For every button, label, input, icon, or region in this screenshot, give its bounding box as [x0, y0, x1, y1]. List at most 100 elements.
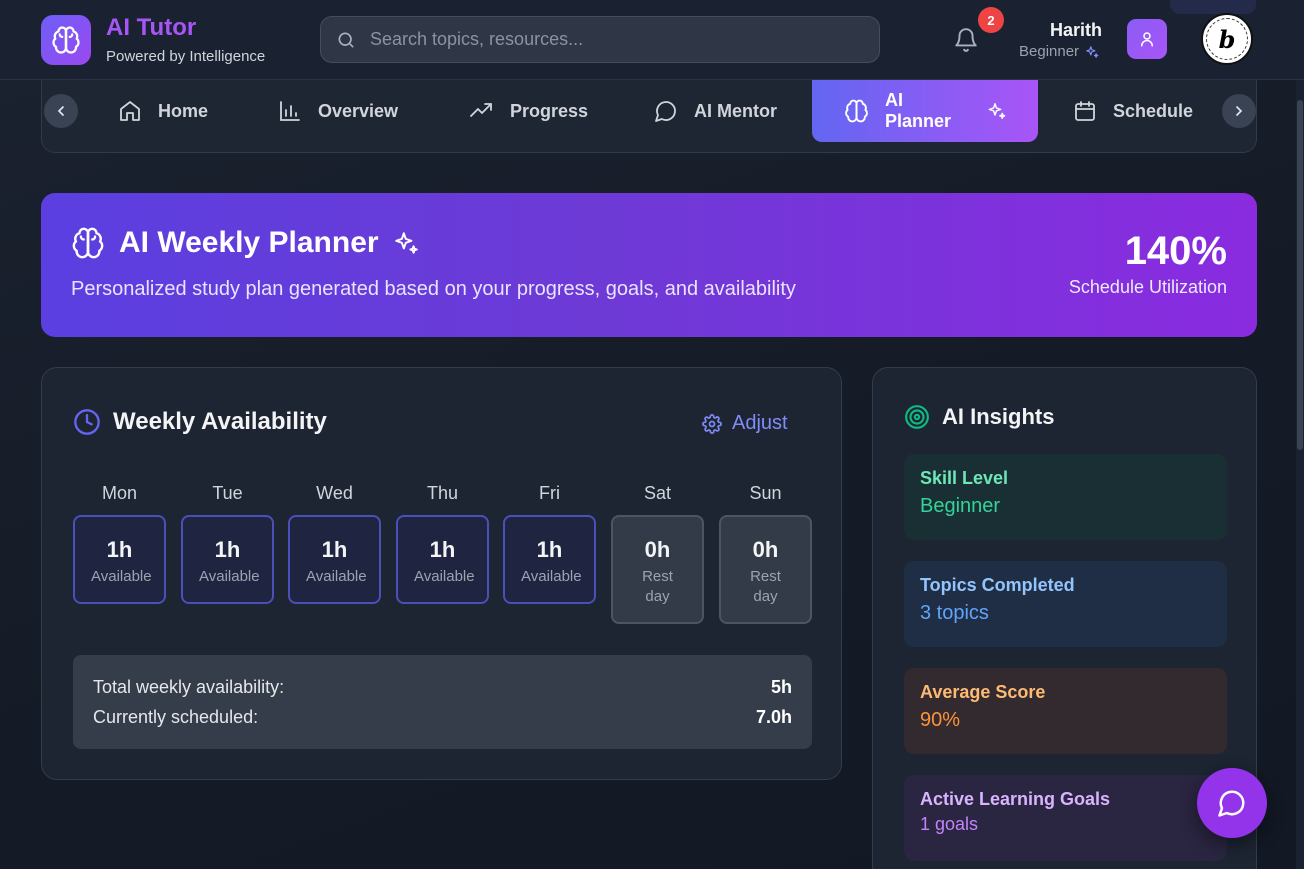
scheduled-value: 7.0h	[755, 707, 792, 727]
day-label-sat: Sat	[643, 483, 672, 503]
total-availability-label: Total weekly availability:	[93, 677, 285, 697]
skill-level-label: Skill Level	[920, 468, 1009, 488]
average-score-tile: Average Score 90%	[904, 668, 1227, 754]
chat-fab-button[interactable]	[1197, 768, 1267, 838]
user-level: Beginner	[1019, 43, 1099, 60]
banner-subtitle: Personalized study plan generated based …	[71, 278, 796, 300]
active-goals-value: 1 goals	[920, 814, 979, 834]
day-box-thu[interactable]: 1h Available	[396, 515, 489, 604]
sparkles-icon	[394, 232, 418, 254]
tab-home[interactable]: Home	[118, 80, 208, 142]
chevron-left-icon	[57, 106, 64, 116]
day-hours: 1h	[429, 537, 456, 562]
active-goals-label: Active Learning Goals	[920, 789, 1111, 809]
app-title: AI Tutor	[106, 14, 197, 41]
app-subtitle: Powered by Intelligence	[106, 48, 266, 65]
day-hours: 1h	[214, 537, 241, 562]
day-hours: 1h	[106, 537, 133, 562]
nav-scroll-left-button[interactable]	[44, 94, 78, 128]
day-box-tue[interactable]: 1h Available	[181, 515, 274, 604]
notification-count-badge: 2	[978, 7, 1004, 33]
banner-title: AI Weekly Planner	[71, 226, 419, 260]
clock-icon	[74, 409, 100, 435]
calendar-icon	[1075, 101, 1095, 121]
target-icon	[905, 405, 929, 429]
topics-completed-label: Topics Completed	[920, 575, 1075, 595]
bar-chart-icon	[280, 101, 300, 121]
day-hours: 0h	[752, 537, 779, 562]
day-hours: 0h	[644, 537, 671, 562]
top-header: AI Tutor Powered by Intelligence 2 Harit…	[0, 0, 1304, 80]
message-circle-icon	[655, 101, 676, 122]
ai-insights-title: AI Insights	[942, 404, 1055, 429]
main-nav: Home Overview Progress AI Mentor AI Plan…	[41, 80, 1257, 153]
nav-scroll-right-button[interactable]	[1222, 94, 1256, 128]
search-bar[interactable]	[320, 16, 880, 63]
tab-progress-label: Progress	[510, 100, 589, 121]
day-label-thu: Thu	[426, 483, 459, 503]
weekly-availability-card: Weekly Availability Adjust Mon Tue Wed T…	[41, 367, 842, 780]
tab-schedule[interactable]: Schedule	[1073, 80, 1193, 142]
day-status: Available	[414, 568, 475, 585]
average-score-value: 90%	[920, 709, 961, 731]
topics-completed-tile: Topics Completed 3 topics	[904, 561, 1227, 647]
user-level-text: Beginner	[1019, 43, 1080, 60]
topics-completed-value: 3 topics	[920, 602, 989, 624]
day-status: Rest day	[642, 568, 673, 605]
tab-ai-mentor[interactable]: AI Mentor	[654, 80, 777, 142]
day-label-fri: Fri	[539, 483, 560, 503]
day-status: Available	[306, 568, 367, 585]
sparkles-icon	[1086, 45, 1099, 58]
day-box-mon[interactable]: 1h Available	[73, 515, 166, 604]
search-input[interactable]	[370, 29, 850, 50]
day-hours: 1h	[321, 537, 348, 562]
user-avatar-button[interactable]	[1127, 19, 1167, 59]
app-logo[interactable]	[41, 15, 91, 65]
day-status: Available	[91, 568, 152, 585]
adjust-label: Adjust	[732, 412, 788, 434]
day-status: Available	[521, 568, 582, 585]
availability-summary: Total weekly availability: 5h Currently …	[73, 655, 812, 749]
day-status: Available	[199, 568, 260, 585]
tab-overview-label: Overview	[318, 100, 399, 121]
day-label-wed: Wed	[316, 483, 353, 503]
bolt-badge-ring	[1206, 18, 1248, 60]
gear-icon	[702, 413, 722, 434]
scheduled-row: Currently scheduled: 7.0h	[93, 707, 792, 728]
tab-home-label: Home	[158, 100, 209, 121]
day-box-sat[interactable]: 0h Rest day	[611, 515, 704, 624]
weekly-availability-title: Weekly Availability	[113, 408, 327, 435]
chevron-right-icon	[1236, 106, 1243, 116]
skill-level-tile: Skill Level Beginner	[904, 454, 1227, 540]
user-icon	[1141, 32, 1153, 47]
total-availability-value: 5h	[770, 677, 792, 697]
tab-ai-mentor-label: AI Mentor	[694, 100, 777, 121]
user-name: Harith	[1049, 20, 1102, 40]
weekly-availability-header: Weekly Availability	[73, 408, 327, 436]
day-hours: 1h	[536, 537, 563, 562]
banner-title-text: AI Weekly Planner	[119, 226, 379, 259]
bolt-badge-logo[interactable]: b	[1201, 13, 1253, 65]
day-box-sun[interactable]: 0h Rest day	[719, 515, 812, 624]
skill-level-value: Beginner	[920, 495, 1001, 517]
tab-overview[interactable]: Overview	[278, 80, 398, 142]
day-label-tue: Tue	[212, 483, 243, 503]
tab-progress[interactable]: Progress	[468, 80, 588, 142]
schedule-utilization-label: Schedule Utilization	[1068, 277, 1227, 297]
day-label-sun: Sun	[749, 483, 782, 503]
header-ghost-tab	[1170, 0, 1256, 14]
ai-insights-header: AI Insights	[904, 404, 1054, 430]
day-box-wed[interactable]: 1h Available	[288, 515, 381, 604]
schedule-utilization-value: 140%	[1124, 229, 1227, 273]
day-label-mon: Mon	[101, 483, 137, 503]
bell-icon[interactable]	[953, 27, 979, 53]
brain-icon	[52, 26, 80, 54]
average-score-label: Average Score	[920, 682, 1046, 702]
trending-up-icon	[470, 103, 492, 117]
day-status: Rest day	[750, 568, 781, 605]
page-scrollbar-thumb[interactable]	[1297, 100, 1303, 450]
tab-ai-planner[interactable]: AI Planner	[812, 80, 1038, 142]
day-box-fri[interactable]: 1h Available	[503, 515, 596, 604]
scheduled-label: Currently scheduled:	[93, 707, 259, 727]
adjust-button[interactable]: Adjust	[702, 412, 788, 435]
